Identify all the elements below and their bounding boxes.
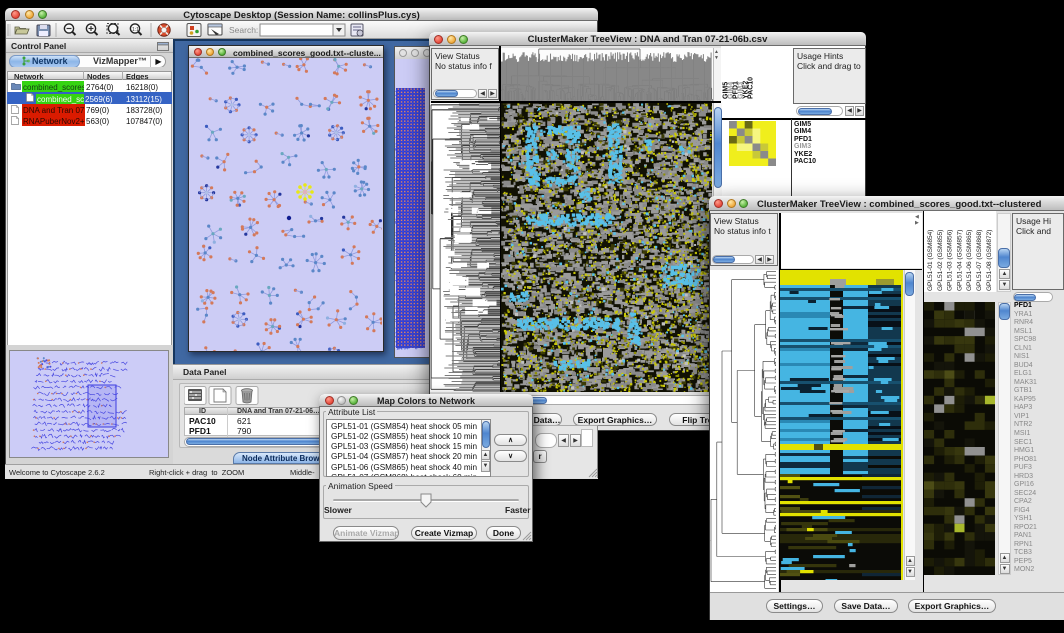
- svg-text:Search:: Search:: [229, 25, 258, 35]
- svg-text:GPL51-03 (GSM856): GPL51-03 (GSM856): [947, 230, 954, 291]
- svg-text:1:1: 1:1: [132, 27, 139, 33]
- svg-text:GPL51-06 (GSM865): GPL51-06 (GSM865): [966, 230, 973, 291]
- svg-text:PAC10: PAC10: [748, 77, 754, 99]
- svg-text:GPL51-08 (GSM872): GPL51-08 (GSM872): [986, 230, 993, 291]
- svg-text:GPL51-07 (GSM868): GPL51-07 (GSM868): [976, 230, 983, 291]
- svg-text:GPL51-02 (GSM855): GPL51-02 (GSM855): [937, 230, 944, 291]
- svg-text:GPL51-01 (GSM854): GPL51-01 (GSM854): [927, 230, 934, 291]
- svg-text:GPL51-04 (GSM857): GPL51-04 (GSM857): [956, 230, 963, 291]
